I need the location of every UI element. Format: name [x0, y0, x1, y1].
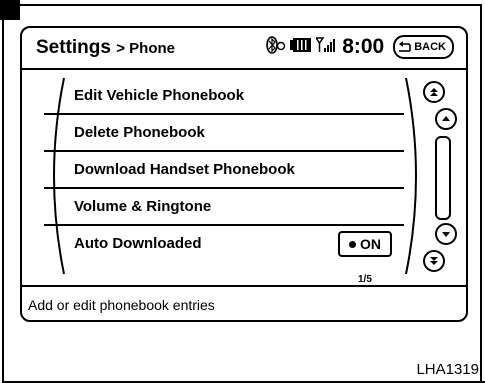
scrollbar-track[interactable]: [435, 136, 451, 220]
menu-list: Edit Vehicle Phonebook Delete Phonebook …: [44, 78, 417, 274]
figure-label: LHA1319: [416, 361, 479, 378]
battery-icon: [290, 37, 312, 57]
page-up-button[interactable]: [423, 81, 445, 103]
page-down-button[interactable]: [423, 250, 445, 272]
menu-right-curve: [405, 78, 417, 274]
menu-item-label: Download Handset Phonebook: [74, 161, 295, 178]
menu-item-auto-downloaded[interactable]: Auto Downloaded ON: [44, 226, 404, 263]
chevron-up-icon: [442, 116, 450, 121]
toggle-indicator-icon: [349, 240, 356, 248]
double-chevron-down-icon: [430, 257, 438, 265]
clock: 8:00: [342, 35, 385, 58]
breadcrumb-separator: >: [116, 40, 125, 57]
header-bar: Settings > Phone 8:00 BACK: [22, 28, 466, 70]
menu-item-edit-vehicle-phonebook[interactable]: Edit Vehicle Phonebook: [44, 78, 404, 115]
page-title: Settings: [36, 37, 111, 58]
frame-right: [480, 4, 482, 383]
double-chevron-up-icon: [430, 88, 438, 96]
frame-top: [0, 4, 482, 6]
display-screen: Settings > Phone 8:00 BACK Edit Vehicle …: [20, 26, 468, 322]
menu-item-label: Edit Vehicle Phonebook: [74, 87, 245, 104]
status-area: 8:00 BACK: [266, 35, 454, 59]
back-arrow-icon: [399, 41, 412, 52]
page-indicator: 1/5: [358, 274, 372, 285]
menu-item-volume-ringtone[interactable]: Volume & Ringtone: [44, 189, 404, 226]
scroll-up-button[interactable]: [435, 108, 457, 130]
toggle-state: ON: [360, 236, 381, 252]
breadcrumb: Settings > Phone: [36, 37, 175, 59]
bluetooth-icon: [266, 35, 286, 59]
menu-item-label: Delete Phonebook: [74, 124, 205, 141]
help-bar: Add or edit phonebook entries: [22, 285, 466, 320]
signal-icon: [314, 36, 336, 58]
menu-item-label: Auto Downloaded: [74, 235, 202, 252]
auto-download-toggle[interactable]: ON: [338, 231, 392, 257]
menu-item-download-handset-phonebook[interactable]: Download Handset Phonebook: [44, 152, 404, 189]
help-text: Add or edit phonebook entries: [28, 297, 215, 313]
back-label: BACK: [414, 41, 446, 53]
menu-item-delete-phonebook[interactable]: Delete Phonebook: [44, 115, 404, 152]
page-subtitle: Phone: [129, 40, 176, 57]
chevron-down-icon: [442, 232, 450, 237]
menu-item-label: Volume & Ringtone: [74, 198, 212, 215]
scroll-down-button[interactable]: [435, 223, 457, 245]
back-button[interactable]: BACK: [393, 35, 454, 59]
frame-left: [2, 4, 4, 383]
menu-left-curve: [53, 78, 65, 274]
